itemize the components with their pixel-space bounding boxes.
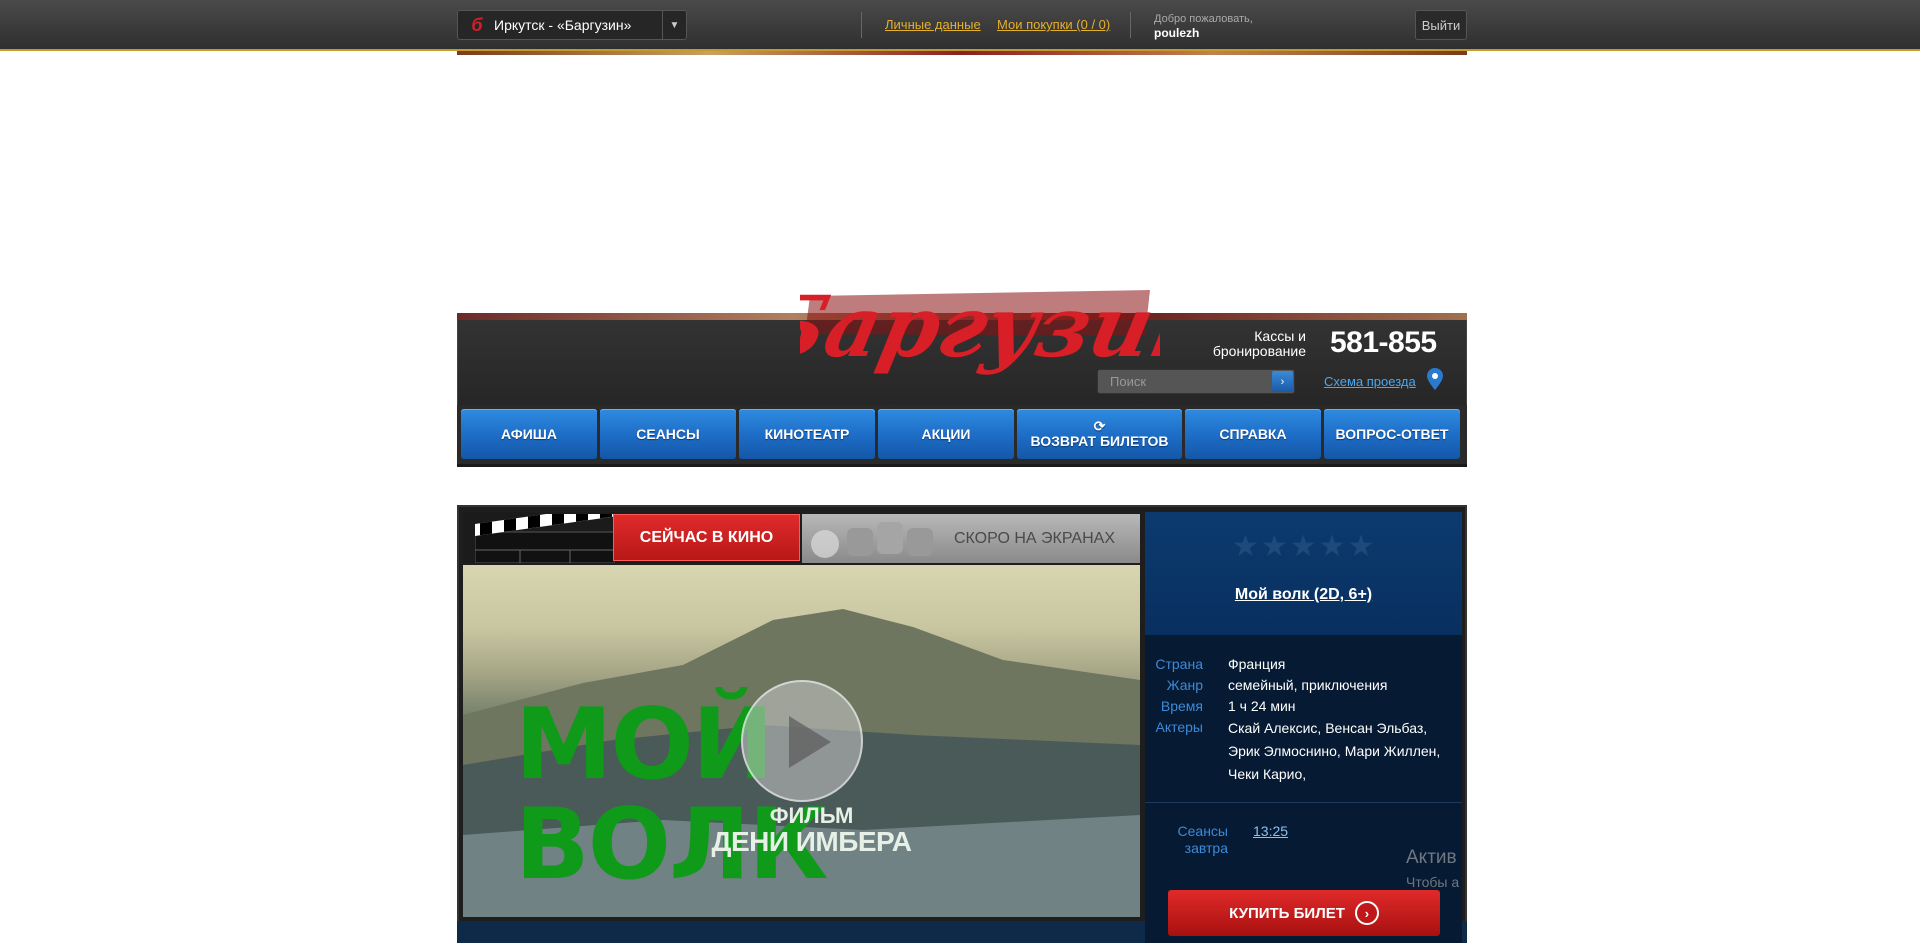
windows-activation-watermark: Актив Чтобы а [1406,846,1459,894]
play-icon[interactable] [741,680,863,802]
nav-cinema[interactable]: КИНОТЕАТР [739,409,875,459]
tab-now-label: СЕЙЧАС В КИНО [613,514,800,561]
welcome-label: Добро пожаловать, [1154,13,1253,25]
box-office-label: Кассы и бронирование [1212,328,1306,359]
trailer-player[interactable]: МОЙ ВОЛК ФИЛЬМ ДЕНИ ИМБЕРА [463,565,1140,917]
nav-label: СЕАНСЫ [636,426,700,442]
detail-row-country: Страна Франция [1145,654,1462,675]
sessions-label: Сеансы завтра [1177,823,1228,856]
buy-ticket-button[interactable]: КУПИТЬ БИЛЕТ › [1168,890,1440,936]
nav-label: ВОПРОС-ОТВЕТ [1335,426,1449,442]
map-pin-icon[interactable] [1427,368,1443,390]
film-info-header: ★★★★★ Мой волк (2D, 6+) [1145,512,1462,635]
session-time-link[interactable]: 13:25 [1253,823,1288,857]
tab-now-showing[interactable]: СЕЙЧАС В КИНО [463,512,800,563]
chevron-right-icon: › [1354,901,1379,925]
cinema-seats-icon [811,522,933,558]
nav-ticket-return[interactable]: ⟳ ВОЗВРАТ БИЛЕТОВ [1017,409,1182,459]
nav-label: АКЦИИ [921,426,971,442]
divider [1145,802,1462,803]
detail-value: Скай Алексис, Венсан Эльбаз, Эрик Элмосн… [1228,720,1441,782]
detail-row-actors: Актеры Скай Алексис, Венсан Эльбаз, Эрик… [1145,717,1462,786]
nav-sessions[interactable]: СЕАНСЫ [600,409,736,459]
main-nav: АФИША СЕАНСЫ КИНОТЕАТР АКЦИИ ⟳ ВОЗВРАТ Б… [457,405,1467,467]
detail-value: 1 ч 24 мин [1228,698,1296,714]
directions-link[interactable]: Схема проезда [1324,374,1416,389]
chevron-down-icon[interactable]: ▼ [662,11,686,39]
divider [861,12,862,38]
nav-label: ВОЗВРАТ БИЛЕТОВ [1030,433,1169,449]
history-icon: ⟳ [1093,418,1106,434]
search-submit-button[interactable]: › [1272,371,1293,392]
detail-key: Страна [1155,656,1203,672]
film-title-link[interactable]: Мой волк (2D, 6+) [1145,586,1462,604]
detail-row-genre: Жанр семейный, приключения [1145,675,1462,696]
nav-label: АФИША [501,426,557,442]
buy-ticket-label: КУПИТЬ БИЛЕТ [1229,904,1345,922]
search-input[interactable] [1098,370,1268,393]
detail-value: Франция [1228,656,1286,672]
personal-data-link[interactable]: Личные данные [885,17,981,32]
bargusin-logo-icon: б [471,14,483,35]
nav-promotions[interactable]: АКЦИИ [878,409,1014,459]
tab-coming-soon-label: СКОРО НА ЭКРАНАХ [953,529,1115,547]
detail-key: Жанр [1166,677,1203,693]
username: poulezh [1154,26,1200,40]
clapperboard-icon [475,514,615,563]
nav-label: КИНОТЕАТР [764,426,850,442]
nav-help[interactable]: СПРАВКА [1185,409,1321,459]
trailer-director: ДЕНИ ИМБЕРА [711,826,912,857]
detail-row-duration: Время 1 ч 24 мин [1145,696,1462,717]
rating-stars[interactable]: ★★★★★ [1232,529,1376,564]
tab-coming-soon[interactable]: СКОРО НА ЭКРАНАХ [802,514,1140,563]
phone-number: 581-855 [1330,326,1437,359]
nav-label: СПРАВКА [1219,426,1287,442]
nav-faq[interactable]: ВОПРОС-ОТВЕТ [1324,409,1460,459]
city-select[interactable]: б Иркутск - «Баргузин» ▼ [457,10,687,40]
detail-key: Время [1160,698,1203,714]
welcome-text: Добро пожаловать, poulezh [1154,12,1253,40]
divider [1130,12,1131,38]
city-select-value: Иркутск - «Баргузин» [494,17,632,33]
my-purchases-link[interactable]: Мои покупки (0 / 0) [997,17,1110,32]
nav-afisha[interactable]: АФИША [461,409,597,459]
decorative-strip [457,51,1467,55]
watermark-line2: Чтобы а [1406,874,1460,890]
watermark-line1: Актив [1406,847,1457,868]
top-bar: б Иркутск - «Баргузин» ▼ Личные данные М… [0,0,1920,51]
detail-value: семейный, приключения [1228,677,1388,693]
movie-tabs: СЕЙЧАС В КИНО СКОРО НА ЭКРАНАХ [463,512,1140,563]
svg-text:Баргузин: Баргузин [800,278,1160,377]
film-details: Страна Франция Жанр семейный, приключени… [1145,654,1462,786]
detail-key: Актеры [1155,719,1203,735]
logout-button[interactable]: Выйти [1415,10,1467,40]
search-box: › [1097,369,1295,394]
